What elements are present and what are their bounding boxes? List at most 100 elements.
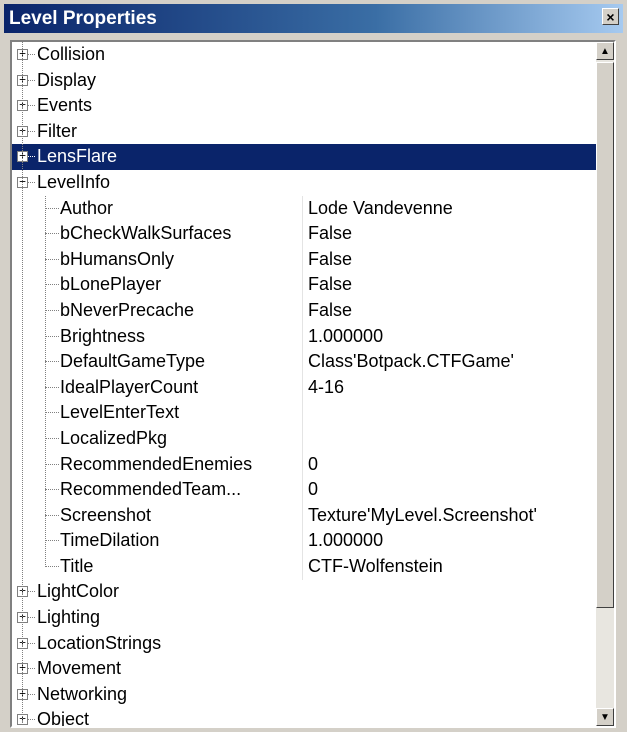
tree-connector [45,309,59,311]
property-value[interactable]: False [308,223,352,244]
tree-category-lensflare[interactable]: + LensFlare [12,144,602,170]
property-value[interactable]: Texture'MyLevel.Screenshot' [308,505,537,526]
property-row[interactable]: bNeverPrecache False [12,298,602,324]
tree-connector [28,156,35,158]
value-column-divider [302,195,303,580]
tree-category-movement[interactable]: + Movement [12,656,602,682]
tree-connector [45,514,59,516]
property-value[interactable]: False [308,249,352,270]
property-name: RecommendedTeam... [60,479,242,500]
category-label: Lighting [37,607,101,628]
title-bar[interactable]: Level Properties × [4,4,623,33]
tree-connector [45,335,59,337]
category-label: Events [37,95,93,116]
property-row[interactable]: bCheckWalkSurfaces False [12,221,602,247]
level-properties-window: Level Properties × + Collision + Display + Ev… [0,0,627,732]
property-name: bCheckWalkSurfaces [60,223,232,244]
category-label: Networking [37,683,128,704]
arrow-down-icon: ▼ [600,711,610,723]
property-value[interactable]: Lode Vandevenne [308,198,453,219]
category-label: LightColor [37,581,120,602]
category-label: LocationStrings [37,632,162,653]
tree-category-collision[interactable]: + Collision [12,42,602,68]
tree-connector [45,565,59,567]
category-label: Display [37,69,97,90]
property-name: IdealPlayerCount [60,376,199,397]
tree-connector [45,258,59,260]
tree-connector [45,412,59,414]
property-row[interactable]: TimeDilation 1.000000 [12,528,602,554]
tree-category-locationstrings[interactable]: + LocationStrings [12,631,602,657]
property-value[interactable]: False [308,274,352,295]
close-button[interactable]: × [602,8,619,25]
category-label: LensFlare [37,146,118,167]
tree-category-display[interactable]: + Display [12,68,602,94]
vertical-scrollbar[interactable]: ▲ ▼ [596,42,614,726]
property-name: bHumansOnly [60,248,175,269]
scrollbar-thumb[interactable] [596,62,614,608]
tree-connector [28,642,35,644]
property-row[interactable]: IdealPlayerCount 4-16 [12,375,602,401]
tree-connector [45,463,59,465]
tree-category-lightcolor[interactable]: + LightColor [12,579,602,605]
tree-connector [28,668,35,670]
tree-trunk-line [22,42,23,726]
scroll-up-button[interactable]: ▲ [596,42,614,60]
tree-category-networking[interactable]: + Networking [12,682,602,708]
property-row[interactable]: Brightness 1.000000 [12,324,602,350]
tree-category-object[interactable]: + Object [12,707,602,726]
property-row[interactable]: RecommendedEnemies 0 [12,452,602,478]
tree-connector [28,130,35,132]
property-value[interactable]: 4-16 [308,377,344,398]
property-value[interactable]: 0 [308,479,318,500]
property-name: bNeverPrecache [60,299,195,320]
category-label: Movement [37,658,122,679]
property-name: Author [60,197,114,218]
tree-category-levelinfo[interactable]: − LevelInfo [12,170,602,196]
property-row[interactable]: LevelEnterText [12,400,602,426]
tree-connector [45,386,59,388]
category-label: Collision [37,44,106,64]
property-value[interactable]: CTF-Wolfenstein [308,556,443,577]
levelinfo-branch-line [45,195,46,567]
tree-connector [45,437,59,439]
property-tree: + Collision + Display + Events + Filter + LensFla… [12,42,602,726]
tree-connector [28,181,35,183]
property-name: LevelEnterText [60,402,180,423]
tree-connector [28,693,35,695]
property-name: Screenshot [60,504,152,525]
property-row[interactable]: bHumansOnly False [12,247,602,273]
property-row[interactable]: DefaultGameType Class'Botpack.CTFGame' [12,349,602,375]
property-row[interactable]: Title CTF-Wolfenstein [12,554,602,580]
property-row[interactable]: RecommendedTeam... 0 [12,477,602,503]
category-label: Filter [37,120,77,141]
tree-connector [28,617,35,619]
tree-connector [28,719,35,721]
tree-connector [45,361,59,363]
tree-connector [28,105,35,107]
tree-connector [28,591,35,593]
tree-category-lighting[interactable]: + Lighting [12,605,602,631]
property-name: LocalizedPkg [60,427,168,448]
property-row[interactable]: Screenshot Texture'MyLevel.Screenshot' [12,503,602,529]
tree-connector [28,54,35,55]
property-row[interactable]: Author Lode Vandevenne [12,196,602,222]
property-name: TimeDilation [60,530,160,551]
property-value[interactable]: 1.000000 [308,530,383,551]
property-value[interactable]: 0 [308,454,318,475]
scroll-down-button[interactable]: ▼ [596,708,614,726]
property-tree-panel: + Collision + Display + Events + Filter + LensFla… [10,40,616,728]
property-name: RecommendedEnemies [60,453,253,474]
tree-category-events[interactable]: + Events [12,93,602,119]
property-value[interactable]: Class'Botpack.CTFGame' [308,351,514,372]
property-value[interactable]: 1.000000 [308,326,383,347]
property-row[interactable]: bLonePlayer False [12,272,602,298]
property-value[interactable]: False [308,300,352,321]
close-icon: × [606,8,615,25]
tree-connector [45,207,59,209]
tree-category-filter[interactable]: + Filter [12,119,602,145]
tree-connector [28,79,35,81]
tree-connector [45,233,59,235]
property-name: Brightness [60,325,146,346]
property-row[interactable]: LocalizedPkg [12,426,602,452]
